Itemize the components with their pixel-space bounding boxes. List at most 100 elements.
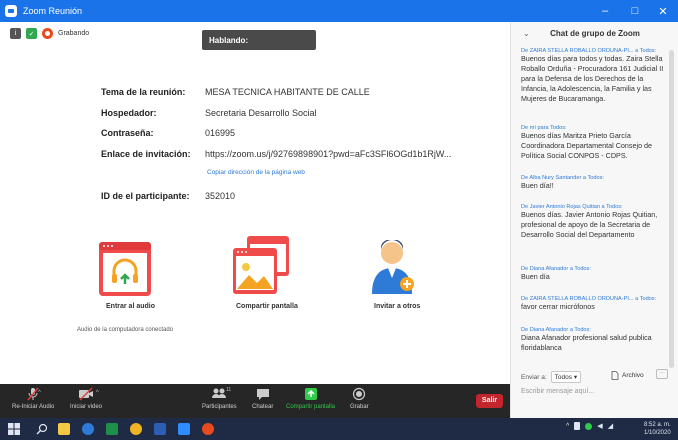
tray-app-icon[interactable] [574, 422, 581, 430]
participant-id-label: ID de el participante: [101, 191, 190, 201]
audio-status-label: Audio de la computadora conectado [76, 327, 174, 333]
leave-button[interactable]: Salir [476, 394, 503, 408]
invite-row: Enlace de invitación: https://zoom.us/j/… [101, 149, 451, 159]
tray-status-icon[interactable] [585, 422, 593, 430]
share-screen-toolbar-label: Compartir pantalla [286, 404, 336, 410]
recording-icon [42, 28, 53, 39]
invite-label: Enlace de invitación: [101, 149, 191, 159]
record-button-label: Grabar [350, 404, 369, 410]
recording-label: Grabando [58, 30, 90, 37]
title-bar: Zoom Reunión – □ ✕ [0, 0, 678, 22]
participants-button[interactable]: Participantes [202, 387, 237, 417]
chat-message: De Alba Nury Santander a Todos: Buen día… [521, 175, 667, 191]
file-button-label: Archivo [622, 372, 644, 379]
chat-scrollbar[interactable] [669, 50, 674, 368]
headphones-icon [99, 242, 151, 296]
file-explorer-icon[interactable] [58, 423, 70, 435]
chat-recipient: a Todos: [569, 266, 591, 272]
chat-text: Buenos días para todos y todas. Zaira St… [521, 54, 664, 103]
info-icon[interactable]: i [10, 28, 21, 39]
video-button-label: Iniciar video [70, 404, 103, 410]
chrome-icon[interactable] [130, 423, 142, 435]
chat-message-input[interactable]: Escribir mensaje aquí... [519, 386, 671, 410]
chat-text: Buen día [521, 272, 550, 281]
participants-count: 11 [226, 387, 232, 393]
host-value: Secretaria Desarrollo Social [205, 108, 317, 118]
video-options-caret-icon[interactable]: ^ [96, 390, 99, 396]
minimize-button[interactable]: – [590, 0, 620, 22]
participants-button-label: Participantes [202, 404, 237, 410]
clock-time: 8:52 a. m. [644, 422, 671, 428]
chat-message: De Diana Afanador a Todos: Buen día [521, 266, 667, 282]
invite-button[interactable] [370, 239, 416, 301]
chat-message: De ZAIRA STELLA ROBALLO ORDUÑA-PI... a T… [521, 296, 667, 312]
app-taskbar-icon[interactable] [202, 423, 214, 435]
participant-id-value: 352010 [205, 191, 236, 201]
chat-text: Buenos días Maritza Prieto García Coordi… [521, 131, 653, 160]
chat-bubble-icon [256, 389, 269, 400]
join-audio-label: Entrar al audio [106, 303, 156, 310]
topic-value: MESA TECNICA HABITANTE DE CALLE [205, 87, 370, 97]
taskbar-clock[interactable]: 8:52 a. m. 1/10/2020 [644, 421, 671, 437]
camera-off-icon [79, 387, 93, 401]
meeting-area: i ✓ Grabando Hablando: Tema de la reunió… [0, 22, 510, 384]
search-icon[interactable] [36, 423, 48, 435]
close-button[interactable]: ✕ [648, 0, 678, 22]
record-icon [353, 387, 366, 401]
system-tray: ^ ◀ ◢ [566, 422, 613, 430]
topic-row: Tema de la reunión: MESA TECNICA HABITAN… [101, 87, 370, 97]
windows-taskbar: ^ ◀ ◢ 8:52 a. m. 1/10/2020 [0, 418, 678, 440]
zoom-logo-icon [5, 5, 17, 17]
chat-messages[interactable]: De ZAIRA STELLA ROBALLO ORDUÑA-PI... a T… [521, 46, 667, 366]
file-button[interactable]: Archivo [611, 371, 644, 380]
chat-text: Diana Afanador profesional salud publica… [521, 333, 652, 352]
more-options-button[interactable]: ··· [656, 369, 668, 379]
invite-link[interactable]: https://zoom.us/j/92769898901?pwd=aFc3SF… [205, 149, 451, 159]
copy-link[interactable]: Copiar dirección de la página web [207, 169, 305, 176]
send-to-row: Enviar a: Todos ▾ [521, 371, 582, 383]
excel-icon[interactable] [106, 423, 118, 435]
zoom-window: Zoom Reunión – □ ✕ i ✓ Grabando Hablando… [0, 0, 678, 440]
host-label: Hospedador: [101, 108, 157, 118]
share-screen-toolbar-button[interactable]: Compartir pantalla [286, 387, 335, 417]
audio-button-label: Re-Iniciar Audio [12, 404, 55, 410]
action-icons: Entrar al audio Audio de la computadora … [0, 236, 510, 362]
chat-message: De ZAIRA STELLA ROBALLO ORDUÑA-PI... a T… [521, 48, 667, 104]
audio-button[interactable]: Re-Iniciar Audio [12, 387, 54, 417]
chat-panel: ⌄ Chat de grupo de Zoom De ZAIRA STELLA … [510, 22, 678, 418]
edge-browser-icon[interactable] [82, 423, 94, 435]
chat-message: De mí para Todos: Buenos días Maritza Pr… [521, 125, 667, 161]
share-screen-icon [233, 236, 289, 294]
password-row: Contraseña: 016995 [101, 128, 235, 138]
shield-icon[interactable]: ✓ [26, 28, 37, 39]
join-audio-button[interactable] [99, 242, 151, 301]
chat-text: Buenos días. Javier Antonio Rojas Quitia… [521, 210, 658, 239]
chevron-down-icon[interactable]: ⌄ [523, 22, 530, 46]
zoom-taskbar-icon[interactable] [178, 423, 190, 435]
window-title: Zoom Reunión [23, 6, 83, 16]
password-label: Contraseña: [101, 128, 154, 138]
chat-text: Buen día!! [521, 181, 554, 190]
record-button[interactable]: Grabar [350, 387, 369, 417]
chat-button[interactable]: Chatear [252, 387, 273, 417]
chat-button-label: Chatear [252, 404, 274, 410]
tray-expand-icon[interactable]: ^ [566, 423, 569, 430]
windows-start-icon[interactable] [8, 423, 20, 435]
invite-label: Invitar a otros [374, 303, 421, 310]
topic-label: Tema de la reunión: [101, 87, 186, 97]
word-icon[interactable] [154, 423, 166, 435]
maximize-button[interactable]: □ [620, 0, 650, 22]
host-row: Hospedador: Secretaria Desarrollo Social [101, 108, 317, 118]
network-icon[interactable]: ◢ [608, 422, 613, 430]
volume-icon[interactable]: ◀ [597, 422, 602, 430]
password-value: 016995 [205, 128, 236, 138]
send-to-select[interactable]: Todos ▾ [550, 371, 582, 383]
chat-text: favor cerrar micrófonos [521, 302, 595, 311]
share-screen-arrow-icon [304, 388, 317, 400]
chat-message: De Javier Antonio Rojas Quitian a Todos:… [521, 204, 667, 240]
chat-title: Chat de grupo de Zoom [550, 29, 640, 38]
clock-date: 1/10/2020 [644, 430, 671, 436]
audio-options-caret-icon[interactable]: ^ [38, 390, 41, 396]
chat-message: De Diana Afanador a Todos: Diana Afanado… [521, 327, 667, 353]
share-screen-button[interactable] [231, 236, 291, 301]
